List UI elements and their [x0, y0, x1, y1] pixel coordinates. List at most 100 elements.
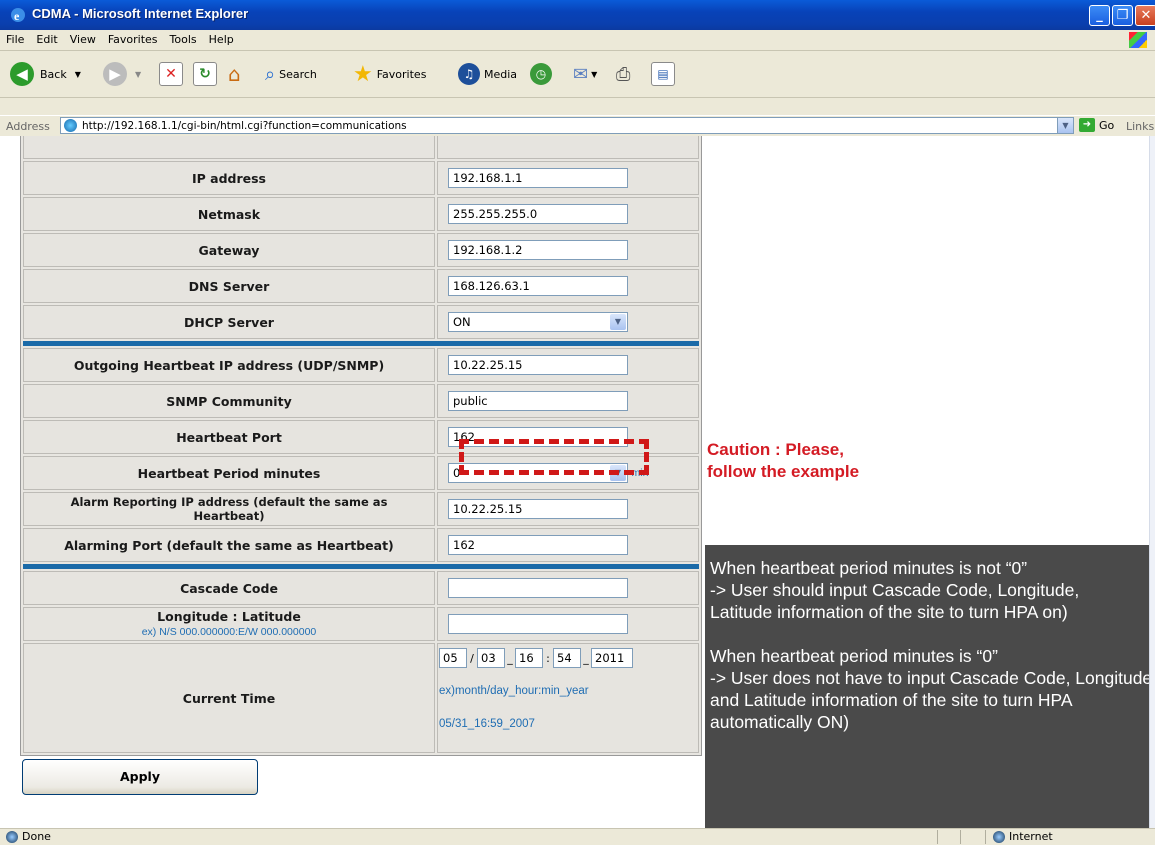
favorites-label: Favorites — [376, 67, 427, 81]
time-hour-input[interactable]: 16 — [515, 648, 543, 668]
menu-tools[interactable]: Tools — [164, 30, 203, 49]
ie-logo-icon: e — [10, 7, 26, 23]
address-label: Address — [6, 120, 50, 133]
longitude-latitude-input[interactable] — [448, 614, 628, 634]
netmask-input[interactable] — [448, 204, 628, 224]
forward-button[interactable]: ▶ ▼ — [103, 61, 141, 87]
search-label: Search — [279, 67, 317, 81]
menu-file[interactable]: File — [0, 30, 30, 49]
media-icon: ♫ — [458, 63, 480, 85]
time-year-input[interactable]: 2011 — [591, 648, 633, 668]
refresh-button[interactable]: ↻ — [193, 61, 217, 87]
cascade-code-input[interactable] — [448, 578, 628, 598]
back-arrow-icon: ◀ — [10, 62, 34, 86]
dns-server-input[interactable] — [448, 276, 628, 296]
edit-button[interactable]: ▤ — [651, 61, 675, 87]
ip-address-input[interactable] — [448, 168, 628, 188]
caution-note: Caution : Please, follow the example — [707, 440, 860, 481]
menu-help[interactable]: Help — [203, 30, 240, 49]
mail-button[interactable]: ✉ ▼ — [573, 61, 597, 87]
alarm-port-input[interactable] — [448, 535, 628, 555]
form-row: IP address — [23, 161, 699, 195]
vertical-scrollbar[interactable] — [1149, 136, 1155, 828]
chevron-down-icon[interactable]: ▼ — [135, 70, 141, 79]
status-bar: Done Internet — [0, 828, 1155, 845]
explanation-note: When heartbeat period minutes is not “0”… — [705, 545, 1155, 828]
address-bar: Address http://192.168.1.1/cgi-bin/html.… — [0, 115, 1155, 137]
title-bar: e CDMA - Microsoft Internet Explorer _ ❐… — [0, 0, 1155, 30]
apply-button[interactable]: Apply — [22, 759, 258, 795]
chevron-down-icon[interactable]: ▼ — [610, 314, 626, 330]
form-row: DHCP Server ON ▼ — [23, 305, 699, 339]
page-content: IP address Netmask Gateway DNS Server DH… — [0, 136, 1155, 828]
form-row: Current Time 05/03 _ 16:54 _ 2011 ex)month/d… — [23, 643, 699, 753]
heartbeat-ip-input[interactable] — [448, 355, 628, 375]
search-button[interactable]: ⌕ Search — [265, 61, 317, 87]
status-text: Done — [6, 830, 51, 843]
alarm-port-label: Alarming Port (default the same as Heart… — [23, 528, 435, 562]
form-row: DNS Server — [23, 269, 699, 303]
home-button[interactable]: ⌂ — [228, 61, 241, 87]
media-label: Media — [484, 67, 518, 81]
snmp-community-input[interactable] — [448, 391, 628, 411]
form-row: Outgoing Heartbeat IP address (UDP/SNMP) — [23, 348, 699, 382]
form-row: Alarming Port (default the same as Heart… — [23, 528, 699, 562]
go-label: Go — [1099, 118, 1115, 132]
dhcp-server-value: ON — [453, 315, 471, 329]
stop-button[interactable]: ✕ — [159, 61, 183, 87]
alarm-ip-input[interactable] — [448, 499, 628, 519]
forward-arrow-icon: ▶ — [103, 62, 127, 86]
print-button[interactable]: ⎙ — [616, 61, 630, 87]
time-month-input[interactable]: 05 — [439, 648, 467, 668]
address-url[interactable]: http://192.168.1.1/cgi-bin/html.cgi?func… — [82, 120, 407, 132]
security-zone: Internet — [993, 830, 1053, 843]
dhcp-server-select[interactable]: ON ▼ — [448, 312, 628, 332]
chevron-down-icon[interactable]: ▼ — [1057, 118, 1073, 133]
print-icon: ⎙ — [616, 63, 631, 85]
svg-text:e: e — [14, 9, 20, 23]
cascade-code-label: Cascade Code — [23, 571, 435, 605]
go-button[interactable]: ➜ Go — [1079, 118, 1114, 132]
menu-edit[interactable]: Edit — [30, 30, 63, 49]
stop-icon: ✕ — [159, 62, 183, 86]
globe-icon — [993, 830, 1005, 843]
heartbeat-port-label: Heartbeat Port — [23, 420, 435, 454]
chevron-down-icon[interactable]: ▼ — [591, 70, 597, 79]
edit-icon: ▤ — [651, 62, 675, 86]
dns-server-label: DNS Server — [23, 269, 435, 303]
minimize-button[interactable]: _ — [1089, 5, 1110, 26]
menu-favorites[interactable]: Favorites — [102, 30, 164, 49]
netmask-label: Netmask — [23, 197, 435, 231]
media-button[interactable]: ♫ Media — [458, 61, 517, 87]
heartbeat-ip-label: Outgoing Heartbeat IP address (UDP/SNMP) — [23, 348, 435, 382]
alarm-ip-label: Alarm Reporting IP address (default the … — [23, 492, 435, 526]
time-format-hint: ex)month/day_hour:min_year — [439, 685, 589, 697]
longitude-latitude-label: Longitude : Latitude ex) N/S 000.000000:… — [23, 607, 435, 641]
maximize-button[interactable]: ❐ — [1112, 5, 1133, 26]
star-icon: ★ — [353, 61, 373, 87]
form-row: Cascade Code — [23, 571, 699, 605]
address-input[interactable]: http://192.168.1.1/cgi-bin/html.cgi?func… — [60, 117, 1074, 134]
favorites-button[interactable]: ★ Favorites — [353, 61, 426, 87]
back-button[interactable]: ◀ Back ▼ — [10, 61, 81, 87]
time-day-input[interactable]: 03 — [477, 648, 505, 668]
chevron-down-icon[interactable]: ▼ — [75, 70, 81, 79]
close-button[interactable]: ✕ — [1135, 5, 1155, 26]
gateway-label: Gateway — [23, 233, 435, 267]
section-divider — [23, 564, 699, 569]
menu-bar: File Edit View Favorites Tools Help — [0, 30, 1155, 51]
current-time-fields: 05/03 _ 16:54 _ 2011 — [439, 648, 698, 668]
snmp-community-label: SNMP Community — [23, 384, 435, 418]
toolbar: ◀ Back ▼ ▶ ▼ ✕ ↻ ⌂ ⌕ Search ★ Favorites … — [0, 51, 1155, 98]
mail-icon: ✉ — [573, 63, 589, 85]
time-example: 05/31_16:59_2007 — [439, 718, 535, 730]
history-icon: ◷ — [530, 63, 552, 85]
links-button[interactable]: Links — [1126, 120, 1154, 133]
gateway-input[interactable] — [448, 240, 628, 260]
menu-view[interactable]: View — [64, 30, 102, 49]
window-title: CDMA - Microsoft Internet Explorer — [32, 6, 249, 21]
time-minute-input[interactable]: 54 — [553, 648, 581, 668]
refresh-icon: ↻ — [193, 62, 217, 86]
history-button[interactable]: ◷ — [530, 61, 552, 87]
form-row — [23, 136, 699, 159]
